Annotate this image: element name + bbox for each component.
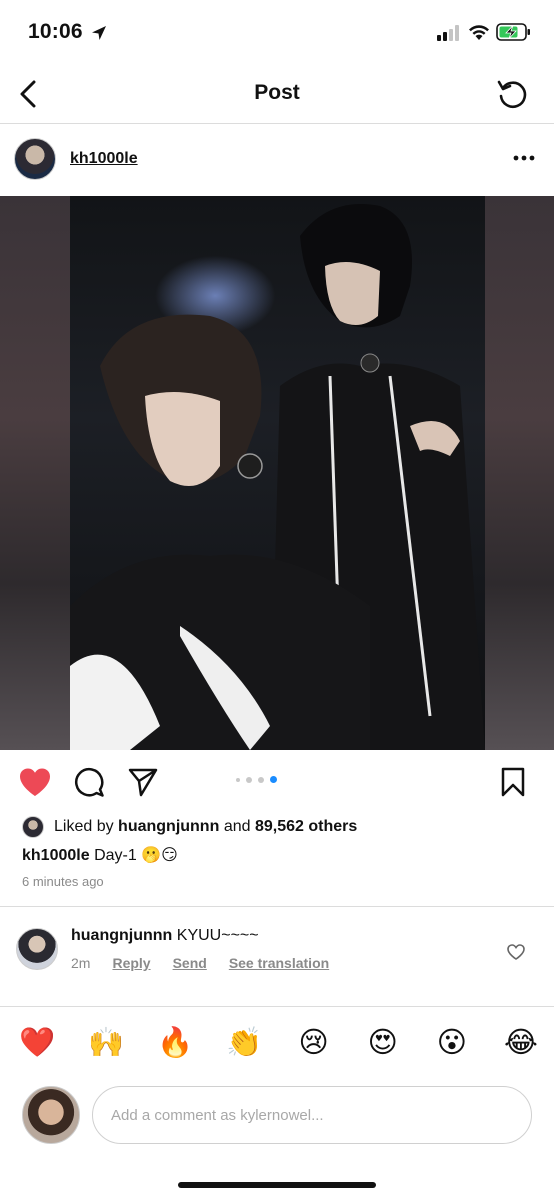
liker-avatar xyxy=(22,816,44,838)
current-user-avatar xyxy=(22,1086,80,1144)
post-timestamp: 6 minutes ago xyxy=(22,874,104,889)
emoji-heart-eyes[interactable]: 😍 xyxy=(364,1028,402,1058)
comment-composer xyxy=(0,1084,554,1144)
status-bar: 10:06 xyxy=(0,0,554,66)
comment-like-button[interactable] xyxy=(506,942,526,962)
comment-body: huangnjunnn KYUU~~~~ xyxy=(71,927,259,945)
speech-bubble-icon xyxy=(75,768,104,797)
emoji-quick-bar: ❤️ 🙌 🔥 👏 😢 😍 😮 😂 xyxy=(18,1022,540,1064)
comment-text: KYUU~~~~ xyxy=(176,927,259,944)
divider xyxy=(0,1006,554,1007)
comment-item: huangnjunnn KYUU~~~~ 2m Reply Send See t… xyxy=(0,926,554,996)
carousel-indicator xyxy=(236,776,277,783)
person-front-illustration xyxy=(70,314,370,750)
carousel-dot xyxy=(246,776,252,783)
cellular-signal-icon xyxy=(437,25,459,41)
comment-button[interactable] xyxy=(72,766,106,798)
more-options-button[interactable] xyxy=(512,146,536,170)
author-avatar[interactable] xyxy=(14,138,56,180)
caption-username[interactable]: kh1000le xyxy=(22,847,90,864)
post-photo[interactable] xyxy=(0,196,554,750)
carousel-dot-active xyxy=(270,776,277,783)
photo-blur-right xyxy=(484,196,554,750)
commenter-username[interactable]: huangnjunnn xyxy=(71,927,172,944)
heart-outline-icon xyxy=(507,944,525,960)
refresh-button[interactable] xyxy=(494,76,530,112)
heart-filled-icon xyxy=(20,768,50,796)
emoji-heart[interactable]: ❤️ xyxy=(18,1028,56,1058)
post-action-bar xyxy=(0,750,554,812)
send-link[interactable]: Send xyxy=(173,955,207,971)
wifi-icon xyxy=(469,25,489,40)
emoji-surprised[interactable]: 😮 xyxy=(433,1028,471,1058)
photo-content xyxy=(70,196,485,750)
post-header: kh1000le xyxy=(0,124,554,196)
battery-charging-icon xyxy=(496,23,530,41)
share-button[interactable] xyxy=(126,766,160,798)
carousel-dot xyxy=(236,777,240,782)
nav-bar: Post xyxy=(0,66,554,124)
emoji-clapping[interactable]: 👏 xyxy=(225,1028,263,1058)
likes-and: and xyxy=(223,818,251,835)
like-button[interactable] xyxy=(18,766,52,798)
home-indicator[interactable] xyxy=(178,1182,376,1188)
commenter-avatar[interactable] xyxy=(16,928,58,970)
likes-prefix: Liked by xyxy=(54,818,114,835)
liker-username[interactable]: huangnjunnn xyxy=(118,818,219,836)
post-caption: kh1000le Day-1 🫢😏 xyxy=(22,845,178,865)
likes-summary[interactable]: Liked by huangnjunnn and 89,562 others xyxy=(22,814,357,840)
status-time: 10:06 xyxy=(28,20,83,43)
emoji-raised-hands[interactable]: 🙌 xyxy=(87,1028,125,1058)
emoji-laughing[interactable]: 😂 xyxy=(502,1028,540,1058)
paper-plane-icon xyxy=(128,768,158,797)
reply-link[interactable]: Reply xyxy=(112,955,150,971)
bookmark-icon xyxy=(501,767,525,797)
caption-text: Day-1 🫢😏 xyxy=(94,847,178,864)
divider xyxy=(0,906,554,907)
likes-count[interactable]: 89,562 others xyxy=(255,818,357,836)
location-arrow-icon xyxy=(92,26,106,40)
refresh-icon xyxy=(497,80,527,109)
emoji-fire[interactable]: 🔥 xyxy=(156,1028,194,1058)
photo-blur-left xyxy=(0,196,70,750)
comment-age: 2m xyxy=(71,955,91,971)
comment-meta: 2m Reply Send See translation xyxy=(71,955,329,971)
see-translation-link[interactable]: See translation xyxy=(229,955,329,971)
save-button[interactable] xyxy=(496,766,530,798)
more-dots-icon xyxy=(513,155,535,161)
author-username[interactable]: kh1000le xyxy=(70,150,138,168)
page-title: Post xyxy=(254,81,300,104)
carousel-dot xyxy=(258,776,264,783)
comment-input[interactable] xyxy=(92,1086,532,1144)
emoji-crying[interactable]: 😢 xyxy=(295,1028,333,1058)
